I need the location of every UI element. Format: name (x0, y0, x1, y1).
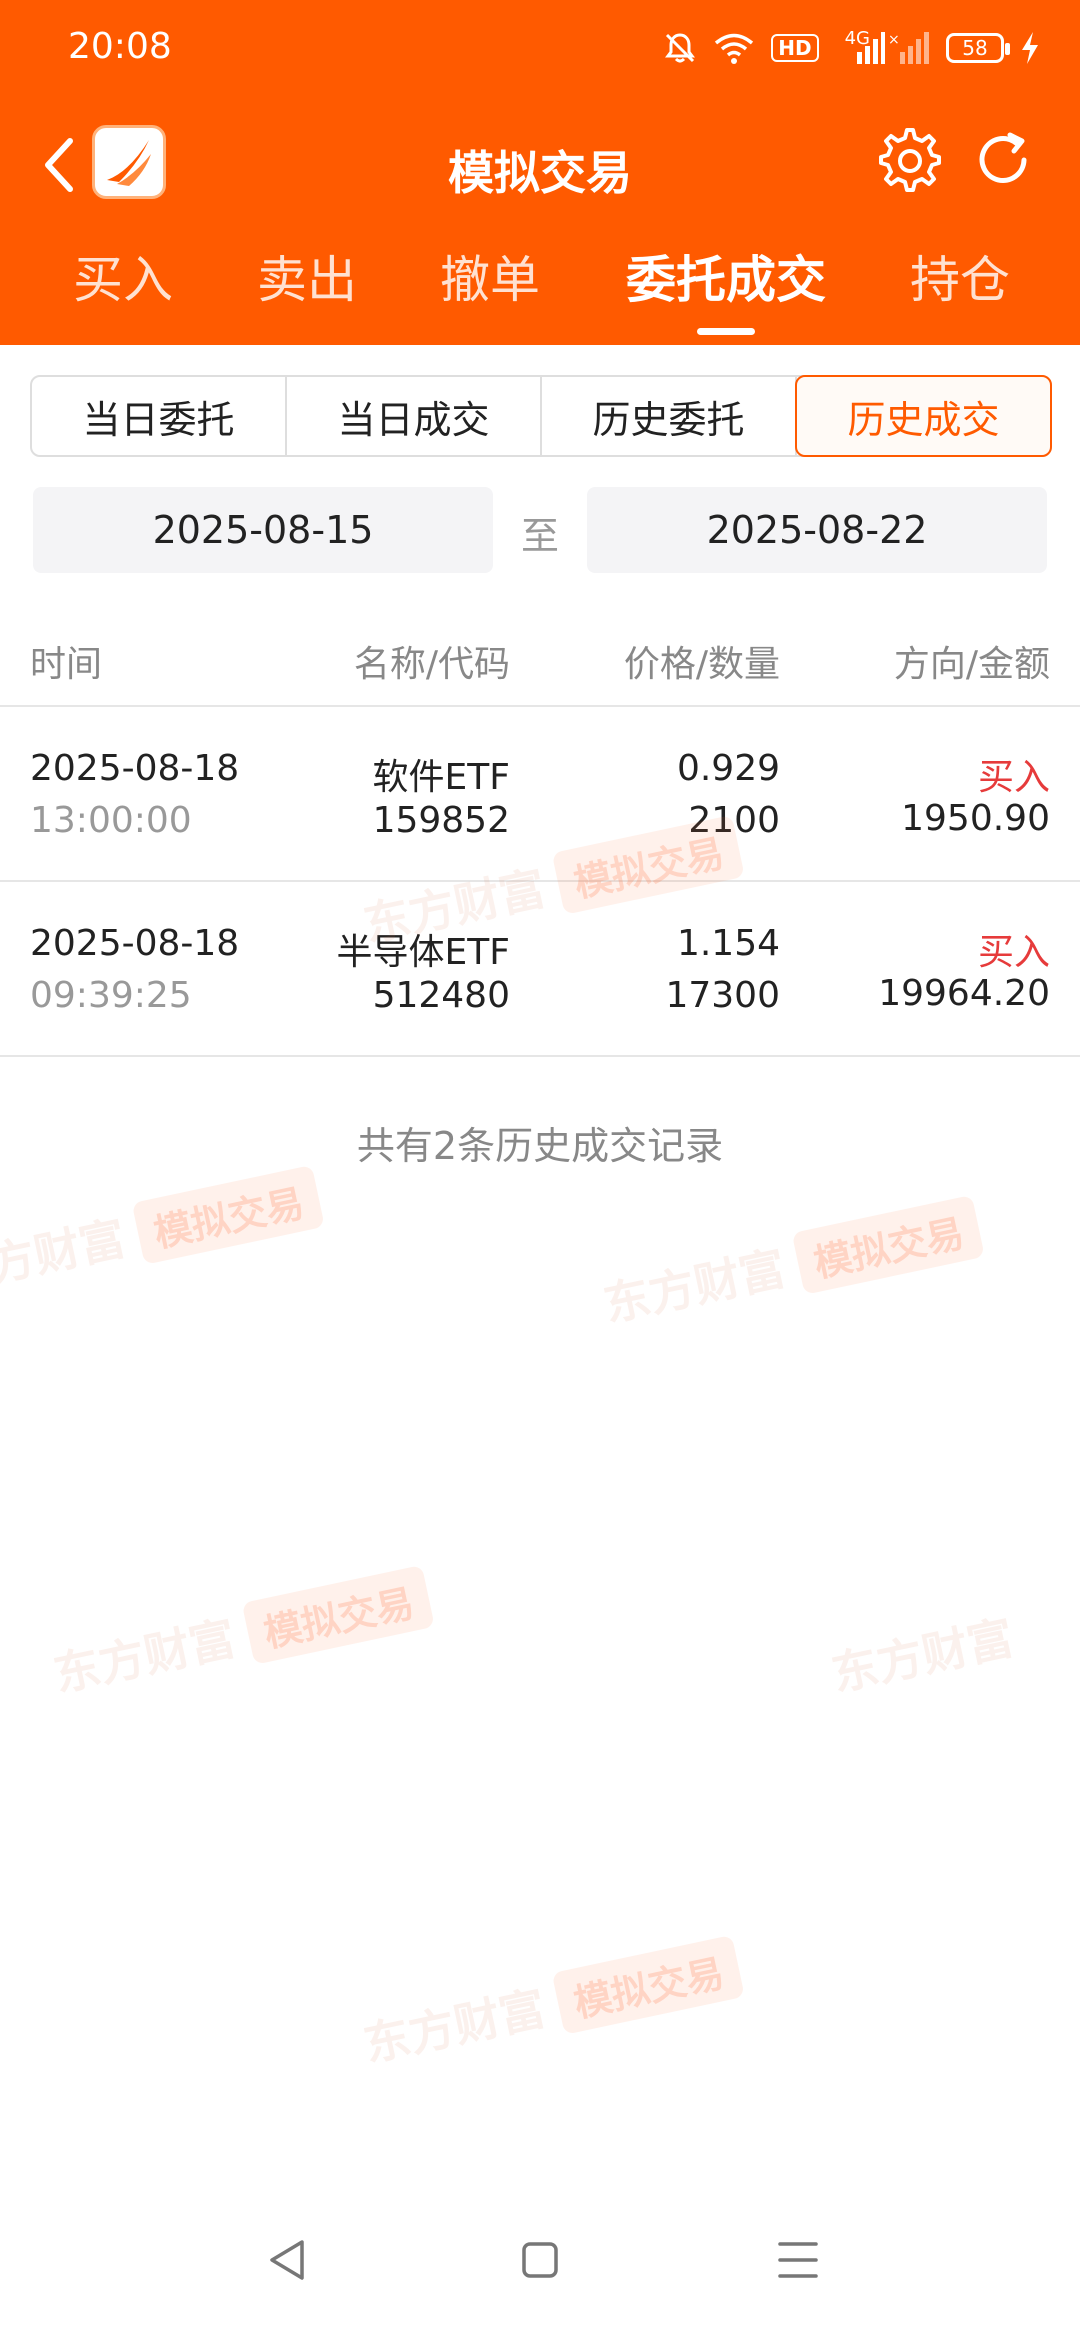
security-name: 软件ETF (372, 757, 510, 798)
system-nav-bar (0, 2230, 1080, 2310)
header-time: 时间 (30, 644, 103, 685)
segment-today-orders[interactable]: 当日委托 (32, 377, 287, 455)
row-divider (0, 1055, 1080, 1057)
nav-back-icon[interactable] (258, 2230, 318, 2290)
nav-menu-icon[interactable] (768, 2230, 828, 2290)
watermark-badge: 模拟交易 (131, 1164, 325, 1265)
settings-gear-icon[interactable] (876, 127, 944, 195)
trade-amount: 1950.90 (901, 798, 1050, 839)
trade-date: 2025-08-18 (30, 748, 240, 789)
battery-level: 58 (962, 36, 988, 60)
tab-positions[interactable]: 持仓 (910, 240, 1010, 312)
trade-time: 13:00:00 (30, 800, 192, 841)
header-price-qty: 价格/数量 (623, 644, 780, 685)
status-icons: HD 4G × 58 (663, 26, 1040, 70)
trade-price: 1.154 (676, 923, 780, 964)
watermark: 东方财富 模拟交易 (597, 1191, 985, 1336)
main-tabs: 买入 卖出 撤单 委托成交 持仓 (0, 240, 1080, 345)
security-code: 159852 (372, 800, 510, 841)
table-header: 时间 名称/代码 价格/数量 方向/金额 (0, 625, 1080, 705)
trade-time: 09:39:25 (30, 975, 192, 1016)
trade-date: 2025-08-18 (30, 923, 240, 964)
date-range-separator: 至 (520, 514, 559, 558)
watermark-text: 东方财富 (0, 1210, 131, 1303)
trade-direction: 买入 (977, 757, 1050, 798)
wifi-icon (715, 33, 754, 64)
trade-direction: 买入 (977, 932, 1050, 973)
watermark-badge: 模拟交易 (791, 1194, 985, 1295)
watermark-badge: 模拟交易 (551, 1934, 745, 2035)
nav-header: 模拟交易 (0, 105, 1080, 225)
tab-sell[interactable]: 卖出 (257, 240, 357, 312)
tab-cancel-order[interactable]: 撤单 (440, 240, 540, 312)
trade-quantity: 17300 (665, 975, 780, 1016)
watermark-text: 东方财富 (359, 1980, 551, 2073)
refresh-icon[interactable] (970, 127, 1036, 193)
watermark: 东方财富 模拟交易 (0, 1161, 325, 1306)
segment-history-trades[interactable]: 历史成交 (795, 375, 1052, 457)
network-type: 4G (844, 27, 870, 49)
svg-text:×: × (888, 32, 900, 48)
segment-history-orders[interactable]: 历史委托 (542, 377, 797, 455)
security-code: 512480 (372, 975, 510, 1016)
app-header-bar: 20:08 HD 4G × 58 模拟交易 买入 卖出 撤单 委托成交 持仓 (0, 0, 1080, 345)
header-direction-amount: 方向/金额 (893, 644, 1050, 685)
record-count-summary: 共有2条历史成交记录 (356, 1124, 724, 1168)
watermark-text: 东方财富 (599, 1240, 791, 1333)
start-date-picker[interactable]: 2025-08-15 (33, 487, 493, 573)
active-tab-indicator (697, 328, 755, 335)
nav-home-icon[interactable] (510, 2230, 570, 2290)
status-time: 20:08 (68, 26, 172, 67)
trade-price: 0.929 (676, 748, 780, 789)
status-bar: 20:08 HD 4G × 58 (0, 0, 1080, 95)
watermark: 东方财富 模拟交易 (47, 1561, 435, 1706)
segment-today-trades[interactable]: 当日成交 (287, 377, 542, 455)
end-date-picker[interactable]: 2025-08-22 (587, 487, 1047, 573)
charging-icon (1022, 32, 1038, 64)
watermark-badge: 模拟交易 (241, 1564, 435, 1665)
watermark: 东方财富 (825, 1602, 1019, 1705)
mute-bell-icon (665, 33, 696, 63)
tab-orders-trades[interactable]: 委托成交 (626, 240, 826, 312)
header-name-code: 名称/代码 (353, 644, 510, 685)
trade-amount: 19964.20 (878, 973, 1050, 1014)
record-type-segment: 当日委托 当日成交 历史委托 历史成交 (30, 375, 1052, 457)
watermark: 东方财富 模拟交易 (357, 1931, 745, 2076)
watermark-text: 东方财富 (49, 1610, 241, 1703)
signal-weak-icon: × (888, 32, 929, 64)
tab-buy[interactable]: 买入 (73, 240, 173, 312)
watermark-text: 东方财富 (827, 1610, 1019, 1702)
hd-badge: HD (771, 34, 819, 62)
battery-icon: 58 (946, 33, 1010, 63)
